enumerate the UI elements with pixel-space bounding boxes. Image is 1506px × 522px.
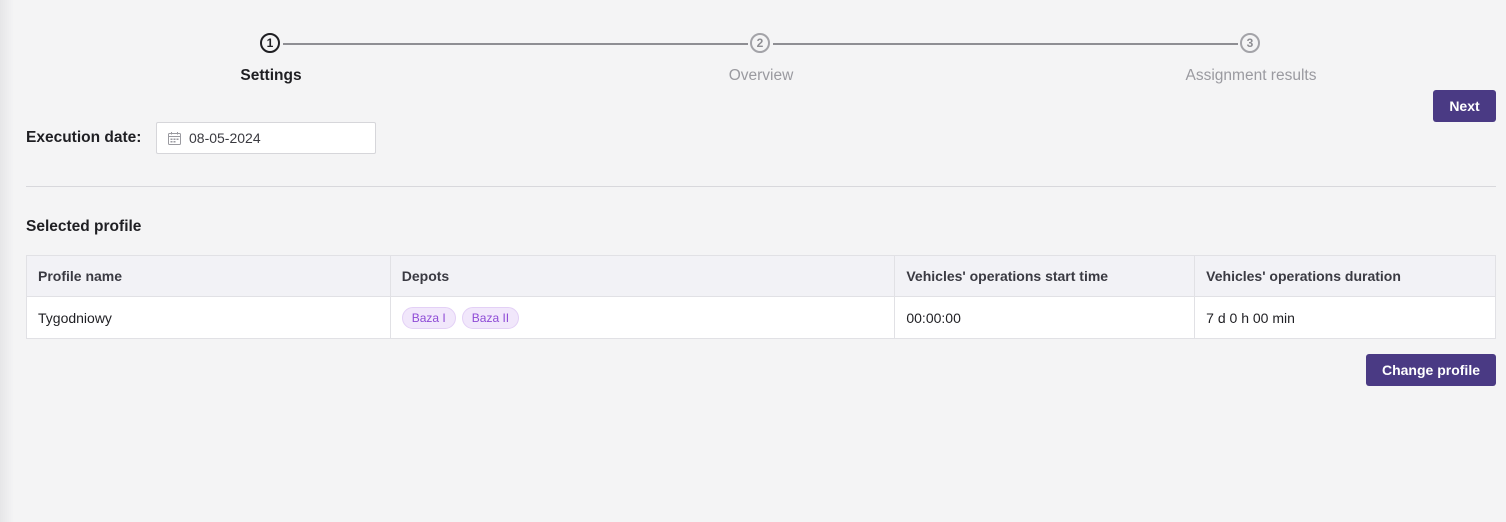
stepper-connector	[773, 43, 1238, 45]
column-header-depots: Depots	[389, 255, 896, 297]
section-divider	[26, 186, 1496, 187]
depot-tag: Baza II	[461, 306, 520, 329]
column-header-start-time: Vehicles' operations start time	[894, 255, 1196, 297]
column-header-profile-name: Profile name	[26, 255, 391, 297]
step-2-label[interactable]: Overview	[641, 67, 881, 85]
calendar-icon	[168, 131, 181, 145]
depots-cell: Baza I Baza II	[389, 296, 896, 339]
progress-stepper: 1 Settings 2 Overview 3 Assignment resul…	[0, 0, 1506, 100]
step-2-indicator[interactable]: 2	[750, 33, 770, 53]
selected-profile-table: Profile name Depots Vehicles' operations…	[26, 255, 1496, 339]
execution-date-value[interactable]: 08-05-2024	[189, 130, 261, 146]
execution-date-label: Execution date:	[26, 129, 142, 146]
column-header-duration: Vehicles' operations duration	[1194, 255, 1496, 297]
stepper-connector	[283, 43, 748, 45]
step-1-indicator[interactable]: 1	[260, 33, 280, 53]
execution-date-picker[interactable]: 08-05-2024	[156, 122, 376, 154]
next-button[interactable]: Next	[1433, 90, 1496, 122]
table-header-row: Profile name Depots Vehicles' operations…	[26, 255, 1496, 297]
change-profile-button[interactable]: Change profile	[1366, 354, 1496, 386]
step-1-label[interactable]: Settings	[151, 67, 391, 85]
selected-profile-title: Selected profile	[26, 218, 142, 235]
duration-cell: 7 d 0 h 00 min	[1194, 296, 1496, 339]
step-3-label[interactable]: Assignment results	[1131, 67, 1371, 85]
start-time-cell: 00:00:00	[894, 296, 1196, 339]
profile-name-cell: Tygodniowy	[26, 296, 391, 339]
step-3-indicator[interactable]: 3	[1240, 33, 1260, 53]
table-row: Tygodniowy Baza I Baza II 00:00:00 7 d 0 …	[26, 296, 1496, 339]
depot-tag: Baza I	[401, 306, 456, 329]
